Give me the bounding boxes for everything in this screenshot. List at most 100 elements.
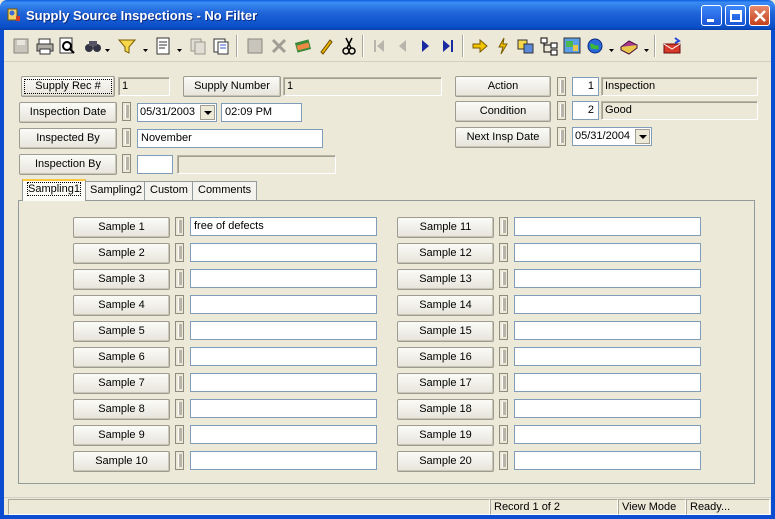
supply-rec-button[interactable]: Supply Rec # [21,76,115,97]
inspected-by-gripper[interactable] [122,128,131,147]
previous-record-icon[interactable] [391,35,413,57]
attach-icon[interactable] [515,35,537,57]
inspection-by-code-field[interactable] [137,155,173,174]
sample-button[interactable]: Sample 15 [397,321,494,342]
first-record-icon[interactable] [368,35,390,57]
sample-gripper[interactable] [499,373,508,392]
quick-icon[interactable] [492,35,514,57]
sample-field[interactable] [514,425,701,444]
sample-button[interactable]: Sample 20 [397,451,494,472]
sample-gripper[interactable] [175,373,184,392]
spellcheck-icon[interactable] [292,35,314,57]
sample-gripper[interactable] [499,243,508,262]
sample-button[interactable]: Sample 1 [73,217,170,238]
copy-record-icon[interactable] [187,35,209,57]
sample-button[interactable]: Sample 14 [397,295,494,316]
next-insp-date-combo[interactable]: 05/31/2004 [572,127,652,146]
sample-gripper[interactable] [499,347,508,366]
tab-comments[interactable]: Comments [192,181,258,200]
tree-icon[interactable] [538,35,560,57]
sample-field[interactable] [514,269,701,288]
sample-button[interactable]: Sample 10 [73,451,170,472]
sample-gripper[interactable] [175,451,184,470]
action-button[interactable]: Action [455,76,551,97]
close-button[interactable] [749,5,770,26]
sample-field[interactable] [514,243,701,262]
sample-gripper[interactable] [499,321,508,340]
sample-gripper[interactable] [175,243,184,262]
tab-sampling1[interactable]: Sampling1 [22,179,86,201]
sample-button[interactable]: Sample 19 [397,425,494,446]
find-dropdown-icon[interactable] [105,44,110,52]
last-record-icon[interactable] [437,35,459,57]
sample-field[interactable] [514,399,701,418]
cancel-icon[interactable] [268,35,290,57]
sample-field[interactable] [514,217,701,236]
mail-icon[interactable] [661,35,683,57]
find-icon[interactable] [82,35,104,57]
sample-field[interactable] [514,347,701,366]
report-icon[interactable] [152,35,174,57]
edit-icon[interactable] [315,35,337,57]
save-icon[interactable] [10,35,32,57]
books-dropdown-icon[interactable] [644,44,649,52]
sample-button[interactable]: Sample 16 [397,347,494,368]
sample-field[interactable] [190,269,377,288]
map-icon[interactable] [561,35,583,57]
next-record-icon[interactable] [414,35,436,57]
maximize-button[interactable] [725,5,746,26]
sample-gripper[interactable] [175,217,184,236]
print-icon[interactable] [34,35,56,57]
sample-field[interactable] [190,425,377,444]
sample-gripper[interactable] [499,425,508,444]
web-icon[interactable] [584,35,606,57]
sample-field[interactable] [190,295,377,314]
sample-field[interactable] [514,451,701,470]
inspected-by-button[interactable]: Inspected By [19,128,117,149]
sample-button[interactable]: Sample 12 [397,243,494,264]
sample-field[interactable] [190,399,377,418]
sample-gripper[interactable] [175,269,184,288]
books-icon[interactable] [618,35,640,57]
condition-code-field[interactable]: 2 [572,101,599,120]
print-preview-icon[interactable] [56,35,78,57]
sample-gripper[interactable] [175,399,184,418]
sample-button[interactable]: Sample 2 [73,243,170,264]
sample-gripper[interactable] [175,347,184,366]
inspection-date-gripper[interactable] [122,102,131,121]
next-insp-date-button[interactable]: Next Insp Date [455,127,551,148]
sample-field[interactable] [190,373,377,392]
sample-gripper[interactable] [175,425,184,444]
sample-gripper[interactable] [499,451,508,470]
sample-field[interactable] [190,243,377,262]
action-code-field[interactable]: 1 [572,77,599,96]
tab-sampling2[interactable]: Sampling2 [84,181,148,200]
next-insp-date-gripper[interactable] [557,127,566,146]
chevron-down-icon[interactable] [635,129,650,144]
sample-field[interactable] [190,451,377,470]
minimize-button[interactable] [701,5,722,26]
sample-button[interactable]: Sample 4 [73,295,170,316]
sample-button[interactable]: Sample 9 [73,425,170,446]
sample-button[interactable]: Sample 17 [397,373,494,394]
sample-gripper[interactable] [499,217,508,236]
sample-gripper[interactable] [499,295,508,314]
sample-field[interactable] [514,321,701,340]
report-dropdown-icon[interactable] [177,44,182,52]
inspection-time-field[interactable]: 02:09 PM [221,103,302,122]
inspection-date-combo[interactable]: 05/31/2003 [137,103,217,122]
inspection-by-gripper[interactable] [122,154,131,173]
supply-number-button[interactable]: Supply Number [183,76,281,97]
filter-dropdown-icon[interactable] [143,44,148,52]
sample-field[interactable] [190,321,377,340]
tab-custom[interactable]: Custom [144,181,194,200]
condition-button[interactable]: Condition [455,101,551,122]
filter-icon[interactable] [116,35,138,57]
sample-button[interactable]: Sample 3 [73,269,170,290]
inspection-date-button[interactable]: Inspection Date [19,102,117,123]
sample-button[interactable]: Sample 18 [397,399,494,420]
sample-gripper[interactable] [499,269,508,288]
sample-gripper[interactable] [175,295,184,314]
condition-gripper[interactable] [557,101,566,120]
cut-icon[interactable] [338,35,360,57]
